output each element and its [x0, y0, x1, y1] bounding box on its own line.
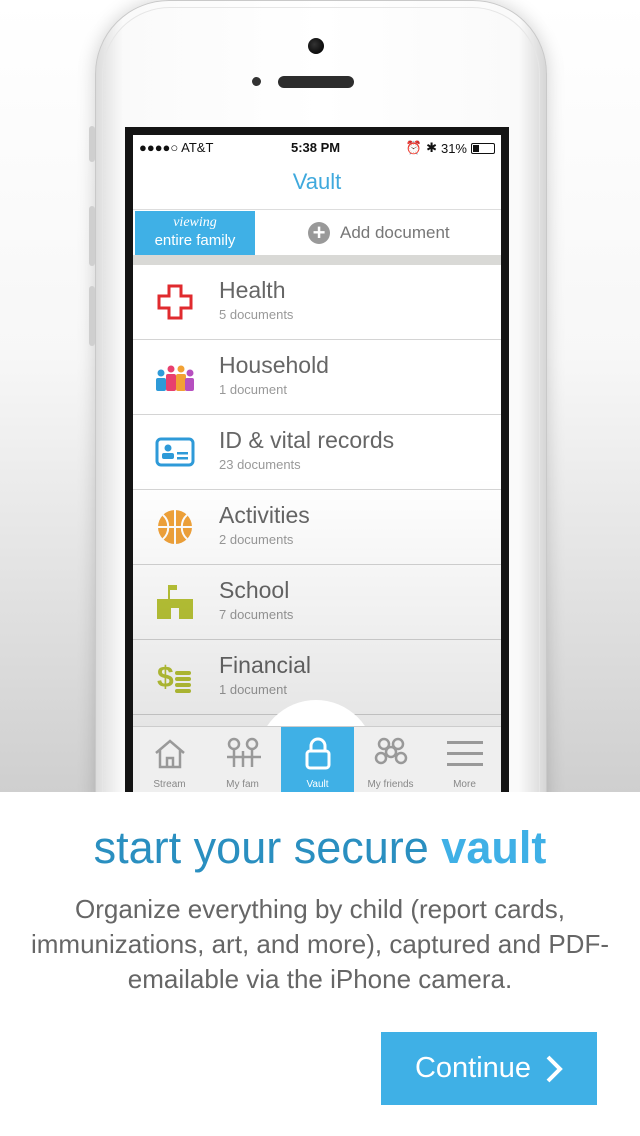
- nav-divider: [133, 209, 501, 210]
- category-list: Health 5 documents Household 1 document …: [133, 265, 501, 715]
- tab-vault[interactable]: Vault: [281, 727, 354, 792]
- category-count: 1 document: [219, 382, 287, 397]
- id-card-icon: [155, 437, 195, 467]
- carrier-signal: ●●●●○ AT&T: [139, 140, 214, 155]
- continue-button[interactable]: Continue: [381, 1032, 597, 1105]
- category-title: Activities: [219, 502, 310, 528]
- viewing-scope: entire family: [154, 232, 236, 249]
- promo-headline: start your secure vault: [0, 822, 640, 874]
- battery-icon: [471, 142, 495, 154]
- viewing-label: viewing: [173, 215, 217, 230]
- money-icon: $: [157, 661, 191, 694]
- volume-down-button: [89, 286, 95, 346]
- bluetooth-icon: ✱: [426, 140, 437, 155]
- menu-icon: [447, 741, 483, 766]
- category-count: 1 document: [219, 682, 287, 697]
- tab-label: Stream: [153, 779, 186, 790]
- status-time: 5:38 PM: [291, 140, 341, 155]
- continue-label: Continue: [414, 1052, 532, 1084]
- plus-circle-icon: +: [308, 222, 330, 244]
- red-cross-icon: [157, 284, 193, 320]
- volume-up-button: [89, 206, 95, 266]
- headline-emphasis: vault: [441, 822, 547, 873]
- category-row-health[interactable]: Health 5 documents: [133, 265, 501, 340]
- viewing-filter-tab[interactable]: viewing entire family: [135, 211, 255, 255]
- tab-more[interactable]: More: [428, 727, 501, 792]
- category-title: ID & vital records: [219, 427, 395, 453]
- add-document-label: Add document: [340, 223, 450, 242]
- category-title: Household: [219, 352, 329, 378]
- tab-label: My fam: [226, 779, 259, 790]
- category-row-school[interactable]: School 7 documents: [133, 565, 501, 640]
- friends-icon: [374, 737, 408, 765]
- tab-label: More: [453, 779, 476, 790]
- category-count: 5 documents: [219, 307, 294, 322]
- tab-my-fam[interactable]: My fam: [206, 727, 279, 792]
- category-row-household[interactable]: Household 1 document: [133, 340, 501, 415]
- front-camera: [308, 38, 324, 54]
- status-right: ⏰ ✱ 31%: [406, 140, 495, 156]
- section-separator: [133, 255, 501, 265]
- mute-switch: [89, 126, 95, 162]
- earpiece-speaker: [278, 76, 354, 88]
- promo-panel: start your secure vault Organize everyth…: [0, 792, 640, 1136]
- category-count: 23 documents: [219, 457, 301, 472]
- family-icon: [156, 365, 194, 391]
- school-icon: [157, 585, 193, 619]
- battery-percent: 31%: [440, 140, 467, 156]
- chevron-right-icon: [546, 1055, 563, 1082]
- alarm-icon: ⏰: [405, 140, 423, 155]
- add-document-button[interactable]: + Add document: [308, 222, 450, 244]
- category-row-activities[interactable]: Activities 2 documents: [133, 490, 501, 565]
- tab-label: My friends: [367, 779, 414, 790]
- svg-text:$: $: [157, 661, 174, 694]
- lock-icon: [305, 737, 331, 770]
- category-title: School: [219, 577, 290, 603]
- category-count: 7 documents: [219, 607, 294, 622]
- category-row-id-records[interactable]: ID & vital records 23 documents: [133, 415, 501, 490]
- category-title: Health: [219, 277, 286, 303]
- tab-bar: Stream My fam Vault My friends More: [133, 726, 501, 792]
- tab-label: Vault: [306, 779, 329, 790]
- house-icon: [155, 739, 185, 769]
- status-bar: ●●●●○ AT&T 5:38 PM ⏰ ✱ 31%: [133, 135, 501, 159]
- category-title: Financial: [219, 652, 312, 678]
- basketball-icon: [158, 510, 192, 544]
- category-count: 2 documents: [219, 532, 294, 547]
- headline-start: start your secure: [93, 822, 442, 873]
- tab-my-friends[interactable]: My friends: [354, 727, 427, 792]
- page-title: Vault: [292, 169, 342, 194]
- tab-stream[interactable]: Stream: [133, 727, 206, 792]
- family-tab-icon: [227, 737, 261, 767]
- app-screen: ●●●●○ AT&T 5:38 PM ⏰ ✱ 31% Vault viewing…: [133, 135, 501, 792]
- promo-description: Organize everything by child (report car…: [30, 894, 610, 994]
- proximity-sensor: [252, 77, 261, 86]
